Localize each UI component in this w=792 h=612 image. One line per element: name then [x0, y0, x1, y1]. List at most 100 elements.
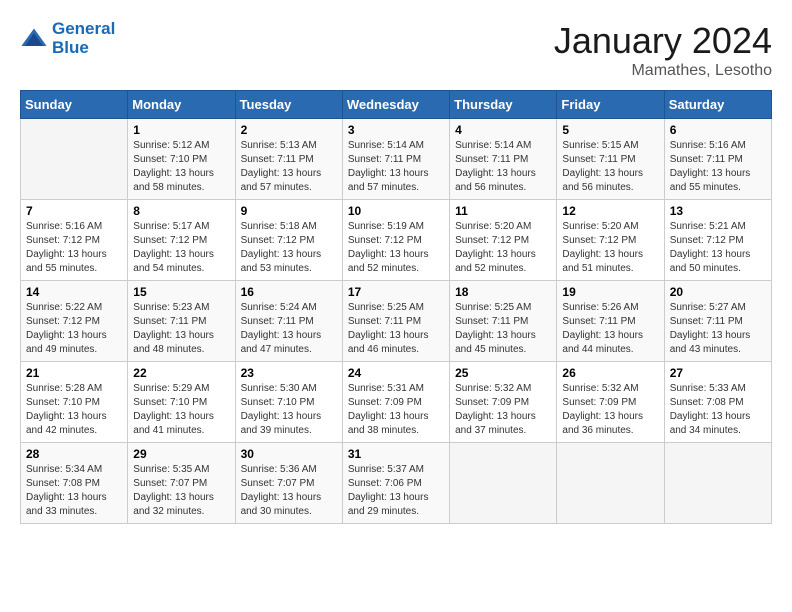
day-info: Sunrise: 5:21 AMSunset: 7:12 PMDaylight:… [670, 220, 766, 276]
day-info: Sunrise: 5:23 AMSunset: 7:11 PMDaylight:… [133, 301, 229, 357]
day-number: 24 [348, 366, 444, 380]
day-info: Sunrise: 5:20 AMSunset: 7:12 PMDaylight:… [455, 220, 551, 276]
day-number: 27 [670, 366, 766, 380]
day-info: Sunrise: 5:33 AMSunset: 7:08 PMDaylight:… [670, 382, 766, 438]
day-number: 22 [133, 366, 229, 380]
calendar-cell: 7 Sunrise: 5:16 AMSunset: 7:12 PMDaylight… [21, 200, 128, 281]
day-info: Sunrise: 5:12 AMSunset: 7:10 PMDaylight:… [133, 139, 229, 195]
day-number: 6 [670, 123, 766, 137]
day-info: Sunrise: 5:16 AMSunset: 7:11 PMDaylight:… [670, 139, 766, 195]
day-number: 16 [241, 285, 337, 299]
day-info: Sunrise: 5:30 AMSunset: 7:10 PMDaylight:… [241, 382, 337, 438]
calendar-cell: 8Sunrise: 5:17 AMSunset: 7:12 PMDaylight… [128, 200, 235, 281]
calendar-cell: 29 Sunrise: 5:35 AMSunset: 7:07 PMDayligh… [128, 443, 235, 524]
calendar-cell: 15 Sunrise: 5:23 AMSunset: 7:11 PMDayligh… [128, 281, 235, 362]
logo-icon [20, 25, 48, 53]
day-number: 13 [670, 204, 766, 218]
day-info: Sunrise: 5:13 AMSunset: 7:11 PMDaylight:… [241, 139, 337, 195]
day-number: 10 [348, 204, 444, 218]
calendar-week-row: 28Sunrise: 5:34 AMSunset: 7:08 PMDayligh… [21, 443, 772, 524]
day-info: Sunrise: 5:31 AMSunset: 7:09 PMDaylight:… [348, 382, 444, 438]
day-info: Sunrise: 5:19 AMSunset: 7:12 PMDaylight:… [348, 220, 444, 276]
day-info: Sunrise: 5:17 AMSunset: 7:12 PMDaylight:… [133, 220, 229, 276]
calendar-cell: 13 Sunrise: 5:21 AMSunset: 7:12 PMDayligh… [664, 200, 771, 281]
calendar-cell: 25 Sunrise: 5:32 AMSunset: 7:09 PMDayligh… [450, 362, 557, 443]
calendar-week-row: 7 Sunrise: 5:16 AMSunset: 7:12 PMDaylight… [21, 200, 772, 281]
day-number: 5 [562, 123, 658, 137]
day-number: 15 [133, 285, 229, 299]
calendar-cell: 21Sunrise: 5:28 AMSunset: 7:10 PMDayligh… [21, 362, 128, 443]
calendar-cell: 14 Sunrise: 5:22 AMSunset: 7:12 PMDayligh… [21, 281, 128, 362]
day-number: 9 [241, 204, 337, 218]
day-number: 4 [455, 123, 551, 137]
calendar-week-row: 21Sunrise: 5:28 AMSunset: 7:10 PMDayligh… [21, 362, 772, 443]
day-number: 29 [133, 447, 229, 461]
day-number: 3 [348, 123, 444, 137]
month-title: January 2024 [554, 20, 772, 62]
day-number: 20 [670, 285, 766, 299]
calendar-cell: 24 Sunrise: 5:31 AMSunset: 7:09 PMDayligh… [342, 362, 449, 443]
day-number: 31 [348, 447, 444, 461]
calendar-cell: 1Sunrise: 5:12 AMSunset: 7:10 PMDaylight… [128, 119, 235, 200]
day-info: Sunrise: 5:20 AMSunset: 7:12 PMDaylight:… [562, 220, 658, 276]
calendar-cell: 23 Sunrise: 5:30 AMSunset: 7:10 PMDayligh… [235, 362, 342, 443]
calendar-cell: 26Sunrise: 5:32 AMSunset: 7:09 PMDayligh… [557, 362, 664, 443]
day-number: 7 [26, 204, 122, 218]
day-info: Sunrise: 5:37 AMSunset: 7:06 PMDaylight:… [348, 463, 444, 519]
calendar-cell [557, 443, 664, 524]
day-info: Sunrise: 5:29 AMSunset: 7:10 PMDaylight:… [133, 382, 229, 438]
day-info: Sunrise: 5:25 AMSunset: 7:11 PMDaylight:… [455, 301, 551, 357]
calendar-cell: 2 Sunrise: 5:13 AMSunset: 7:11 PMDaylight… [235, 119, 342, 200]
logo-text: General Blue [52, 20, 115, 57]
day-info: Sunrise: 5:15 AMSunset: 7:11 PMDaylight:… [562, 139, 658, 195]
day-info: Sunrise: 5:32 AMSunset: 7:09 PMDaylight:… [455, 382, 551, 438]
calendar-cell: 10 Sunrise: 5:19 AMSunset: 7:12 PMDayligh… [342, 200, 449, 281]
day-number: 2 [241, 123, 337, 137]
calendar-cell: 22 Sunrise: 5:29 AMSunset: 7:10 PMDayligh… [128, 362, 235, 443]
day-number: 26 [562, 366, 658, 380]
weekday-header-monday: Monday [128, 91, 235, 119]
day-number: 23 [241, 366, 337, 380]
calendar-cell: 17Sunrise: 5:25 AMSunset: 7:11 PMDayligh… [342, 281, 449, 362]
day-number: 12 [562, 204, 658, 218]
calendar-cell: 20 Sunrise: 5:27 AMSunset: 7:11 PMDayligh… [664, 281, 771, 362]
day-info: Sunrise: 5:36 AMSunset: 7:07 PMDaylight:… [241, 463, 337, 519]
day-number: 17 [348, 285, 444, 299]
day-number: 14 [26, 285, 122, 299]
calendar-cell: 27 Sunrise: 5:33 AMSunset: 7:08 PMDayligh… [664, 362, 771, 443]
title-block: January 2024 Mamathes, Lesotho [554, 20, 772, 80]
calendar-cell: 16 Sunrise: 5:24 AMSunset: 7:11 PMDayligh… [235, 281, 342, 362]
calendar-cell: 9 Sunrise: 5:18 AMSunset: 7:12 PMDaylight… [235, 200, 342, 281]
day-info: Sunrise: 5:14 AMSunset: 7:11 PMDaylight:… [455, 139, 551, 195]
day-info: Sunrise: 5:24 AMSunset: 7:11 PMDaylight:… [241, 301, 337, 357]
calendar-cell: 3Sunrise: 5:14 AMSunset: 7:11 PMDaylight… [342, 119, 449, 200]
day-number: 21 [26, 366, 122, 380]
day-info: Sunrise: 5:18 AMSunset: 7:12 PMDaylight:… [241, 220, 337, 276]
day-number: 30 [241, 447, 337, 461]
calendar-cell: 19 Sunrise: 5:26 AMSunset: 7:11 PMDayligh… [557, 281, 664, 362]
calendar-cell: 11Sunrise: 5:20 AMSunset: 7:12 PMDayligh… [450, 200, 557, 281]
weekday-header-saturday: Saturday [664, 91, 771, 119]
day-info: Sunrise: 5:22 AMSunset: 7:12 PMDaylight:… [26, 301, 122, 357]
day-number: 18 [455, 285, 551, 299]
weekday-header-thursday: Thursday [450, 91, 557, 119]
calendar-cell: 30 Sunrise: 5:36 AMSunset: 7:07 PMDayligh… [235, 443, 342, 524]
calendar-week-row: 14 Sunrise: 5:22 AMSunset: 7:12 PMDayligh… [21, 281, 772, 362]
calendar-cell [450, 443, 557, 524]
logo: General Blue [20, 20, 115, 57]
day-info: Sunrise: 5:35 AMSunset: 7:07 PMDaylight:… [133, 463, 229, 519]
day-info: Sunrise: 5:16 AMSunset: 7:12 PMDaylight:… [26, 220, 122, 276]
calendar-cell: 6 Sunrise: 5:16 AMSunset: 7:11 PMDaylight… [664, 119, 771, 200]
calendar-cell: 5 Sunrise: 5:15 AMSunset: 7:11 PMDaylight… [557, 119, 664, 200]
day-number: 19 [562, 285, 658, 299]
weekday-header-sunday: Sunday [21, 91, 128, 119]
calendar-week-row: 1Sunrise: 5:12 AMSunset: 7:10 PMDaylight… [21, 119, 772, 200]
day-info: Sunrise: 5:26 AMSunset: 7:11 PMDaylight:… [562, 301, 658, 357]
calendar-cell [664, 443, 771, 524]
day-info: Sunrise: 5:27 AMSunset: 7:11 PMDaylight:… [670, 301, 766, 357]
calendar-cell: 18 Sunrise: 5:25 AMSunset: 7:11 PMDayligh… [450, 281, 557, 362]
page-header: General Blue January 2024 Mamathes, Leso… [20, 20, 772, 80]
weekday-header-friday: Friday [557, 91, 664, 119]
day-number: 25 [455, 366, 551, 380]
calendar-cell: 31 Sunrise: 5:37 AMSunset: 7:06 PMDayligh… [342, 443, 449, 524]
